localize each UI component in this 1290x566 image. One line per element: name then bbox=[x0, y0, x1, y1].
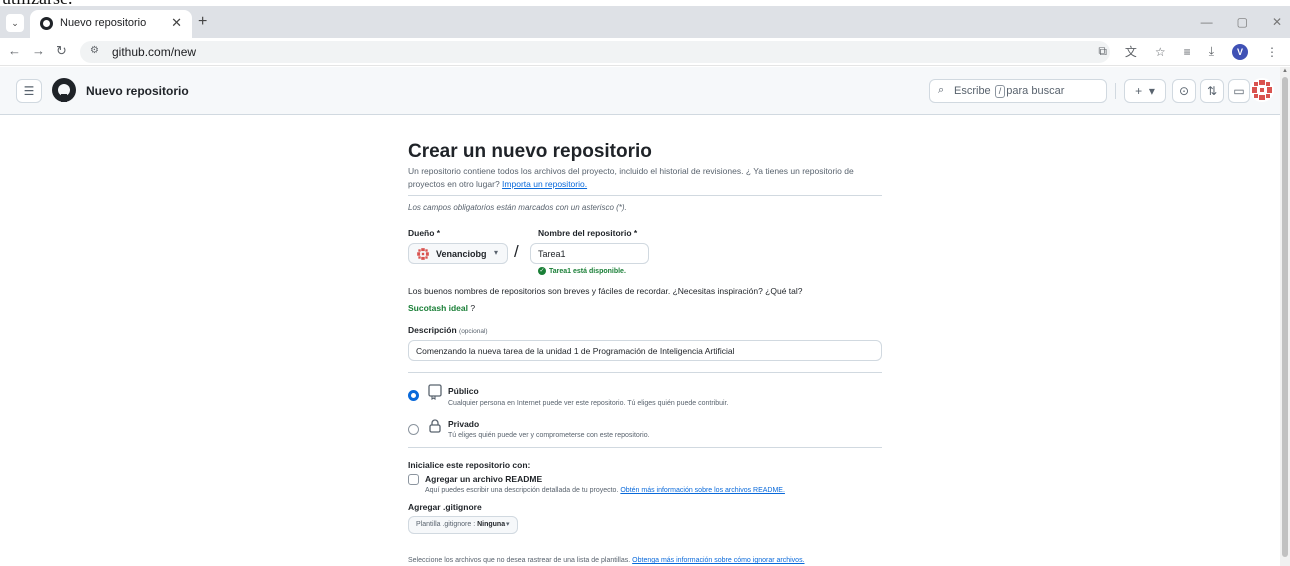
public-radio[interactable] bbox=[408, 390, 419, 401]
tab-close-icon[interactable]: ✕ bbox=[171, 15, 182, 31]
download-icon[interactable]: ⤓ bbox=[1209, 44, 1214, 59]
create-new-button[interactable]: + ▾ bbox=[1124, 79, 1166, 103]
scroll-up-icon[interactable]: ▲ bbox=[1282, 68, 1288, 74]
readme-title: Agregar un archivo README bbox=[425, 474, 543, 484]
restore-icon[interactable]: ▢ bbox=[1237, 15, 1248, 29]
profile-avatar-icon[interactable]: V bbox=[1232, 43, 1248, 60]
divider bbox=[408, 195, 882, 196]
owner-dropdown[interactable]: Venanciobg ▾ bbox=[408, 243, 508, 264]
window-controls: — ▢ ✕ bbox=[1201, 15, 1282, 29]
page-title: Crear un nuevo repositorio bbox=[408, 141, 652, 162]
extensions-icon[interactable]: ≡ bbox=[1184, 45, 1191, 59]
gitignore-template-select[interactable]: Plantilla .gitignore : Ninguna ▾ bbox=[408, 516, 518, 534]
github-favicon-icon bbox=[40, 17, 53, 30]
owner-name: Venanciobg bbox=[436, 249, 487, 259]
intro-text: Un repositorio contiene todos los archiv… bbox=[408, 166, 854, 189]
suggested-name[interactable]: Sucotash ideal bbox=[408, 303, 468, 313]
chevron-down-icon: ▾ bbox=[494, 248, 499, 257]
translate-icon[interactable]: 文 bbox=[1125, 43, 1137, 60]
browser-navbar: ← → ↻ ⚙ github.com/new ⧉ 文 ☆ ≡ ⤓ V ⋮ bbox=[0, 38, 1290, 66]
bookmark-star-icon[interactable]: ☆ bbox=[1155, 45, 1166, 59]
github-logo-icon[interactable] bbox=[52, 78, 76, 102]
browser-tabstrip: ⌄ Nuevo repositorio ✕ + — ▢ ✕ bbox=[0, 6, 1290, 38]
new-tab-icon[interactable]: + bbox=[198, 13, 207, 31]
repo-name-input[interactable]: Tarea1 bbox=[530, 243, 649, 264]
forward-arrow-icon[interactable]: → bbox=[32, 43, 45, 58]
browser-tab[interactable]: Nuevo repositorio ✕ bbox=[30, 10, 192, 38]
scroll-thumb[interactable] bbox=[1282, 77, 1288, 557]
private-desc: Tú eliges quién puede ver y comprometers… bbox=[448, 432, 650, 439]
url-text: github.com/new bbox=[112, 45, 197, 59]
repo-name-label: Nombre del repositorio * bbox=[538, 228, 638, 238]
gitignore-help: Seleccione los archivos que no desea ras… bbox=[408, 557, 805, 564]
search-icon: ⌕ bbox=[938, 84, 945, 96]
install-app-icon[interactable]: ⧉ bbox=[1098, 44, 1107, 59]
tab-title: Nuevo repositorio bbox=[60, 17, 147, 29]
gitignore-title: Agregar .gitignore bbox=[408, 502, 482, 512]
reload-icon[interactable]: ↻ bbox=[56, 43, 67, 59]
public-desc: Cualquier persona en Internet puede ver … bbox=[448, 400, 729, 407]
header-title: Nuevo repositorio bbox=[86, 84, 189, 98]
header-separator bbox=[1115, 83, 1116, 99]
inbox-icon[interactable]: ▭ bbox=[1228, 79, 1250, 103]
public-title: Público bbox=[448, 386, 479, 396]
site-settings-icon[interactable]: ⚙ bbox=[90, 45, 99, 56]
back-arrow-icon[interactable]: ← bbox=[8, 43, 21, 58]
repo-book-icon bbox=[428, 384, 442, 400]
name-suggestion-text: Los buenos nombres de repositorios son b… bbox=[408, 286, 803, 296]
search-placeholder: Escribe / para buscar bbox=[954, 85, 1065, 98]
lock-icon bbox=[429, 419, 441, 433]
private-title: Privado bbox=[448, 419, 480, 429]
import-repo-link[interactable]: Importa un repositorio. bbox=[502, 179, 587, 189]
readme-checkbox[interactable] bbox=[408, 474, 419, 485]
required-fields-note: Los campos obligatorios están marcados c… bbox=[408, 203, 627, 212]
browser-menu-icon[interactable]: ⋮ bbox=[1266, 45, 1278, 59]
divider bbox=[408, 372, 882, 373]
readme-desc: Aquí puedes escribir una descripción det… bbox=[425, 487, 785, 494]
owner-label: Dueño * bbox=[408, 228, 441, 238]
owner-repo-separator: / bbox=[514, 242, 519, 261]
divider bbox=[408, 447, 882, 448]
tab-search-chevron-icon[interactable]: ⌄ bbox=[6, 14, 24, 32]
browser-toolbar: ⧉ 文 ☆ ≡ ⤓ V ⋮ bbox=[1098, 43, 1278, 60]
address-bar[interactable]: ⚙ github.com/new bbox=[80, 41, 1110, 63]
pull-requests-icon[interactable]: ⇅ bbox=[1200, 79, 1224, 103]
description-label: Descripción (opcional) bbox=[408, 325, 488, 335]
owner-avatar bbox=[417, 248, 429, 260]
availability-message: ✓ Tarea1 está disponible. bbox=[538, 267, 626, 275]
init-title: Inicialice este repositorio con: bbox=[408, 460, 531, 470]
issues-icon[interactable]: ⊙ bbox=[1172, 79, 1196, 103]
minimize-icon[interactable]: — bbox=[1201, 15, 1213, 29]
chevron-down-icon: ▾ bbox=[506, 521, 510, 528]
description-input[interactable]: Comenzando la nueva tarea de la unidad 1… bbox=[408, 340, 882, 361]
user-avatar[interactable] bbox=[1250, 78, 1274, 102]
check-circle-icon: ✓ bbox=[538, 267, 546, 275]
name-suggestion: Sucotash ideal ? bbox=[408, 303, 476, 313]
readme-info-link[interactable]: Obtén más información sobre los archivos… bbox=[620, 487, 785, 494]
private-radio[interactable] bbox=[408, 424, 419, 435]
gitignore-info-link[interactable]: Obtenga más información sobre cómo ignor… bbox=[632, 557, 804, 564]
search-input[interactable]: ⌕ Escribe / para buscar bbox=[929, 79, 1107, 103]
github-header: ☰ Nuevo repositorio ⌕ Escribe / para busc… bbox=[0, 67, 1280, 115]
page-scrollbar[interactable]: ▲ bbox=[1280, 67, 1290, 566]
hamburger-menu-icon[interactable]: ☰ bbox=[16, 79, 42, 103]
close-window-icon[interactable]: ✕ bbox=[1272, 15, 1282, 29]
